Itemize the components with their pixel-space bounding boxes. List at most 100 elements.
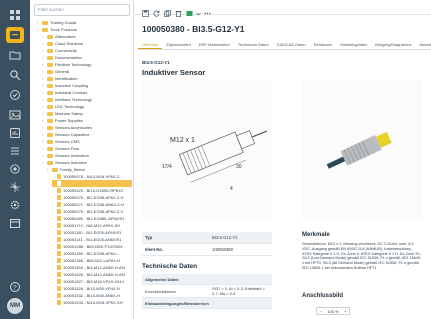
tree-item-label: Cloud Solutions: [55, 41, 84, 46]
tab-erp-masterdata[interactable]: ERP-Masterdaten: [195, 40, 234, 49]
workflow-status-icon[interactable]: [186, 4, 193, 16]
product-icon: [57, 244, 61, 249]
tree-folder-item[interactable]: › Fieldbus Technology: [42, 61, 132, 68]
tab-images[interactable]: Bildgung/Diagramme: [371, 40, 415, 49]
tree-product-item[interactable]: 100050471 - BI2-EG08-AN6X-2-H: [52, 201, 132, 208]
channel-icon[interactable]: [8, 162, 22, 176]
tree-item-label: 100051532 - BI15-M30-AN6X-H: [63, 293, 120, 298]
tree-item-label: Connectivity: [55, 48, 77, 53]
help-icon[interactable]: ?: [8, 280, 22, 294]
settings-icon[interactable]: [8, 198, 22, 212]
tree-folder-item[interactable]: › Interface Technology: [42, 96, 132, 103]
tree-folder-item[interactable]: › Sensors Capacitive: [42, 131, 132, 138]
tree-product-item[interactable]: 100051180 - BI1-EG05-AP6X/S1: [52, 229, 132, 236]
tree-folder-item[interactable]: › Sensors CMS: [42, 138, 132, 145]
folder-icon[interactable]: [8, 48, 22, 62]
tree-folder-item[interactable]: › Cloud Solutions: [42, 40, 132, 47]
user-avatar[interactable]: MM: [7, 298, 23, 314]
save-icon[interactable]: [142, 4, 149, 17]
tree-product-item[interactable]: 100051527 - BI8-M18-VP4X-H114: [52, 278, 132, 285]
tree-item-label: Power Supplies: [55, 118, 83, 123]
network-icon[interactable]: [8, 180, 22, 194]
product-photo: [302, 80, 422, 220]
tree-product-item[interactable]: [52, 180, 132, 187]
tree-product-item[interactable]: 100051504 - BI4-M12-AN6X-H-AN: [52, 264, 132, 271]
tree-product-item[interactable]: 100050470 - BI2-EG08-AP6X-2-H: [52, 194, 132, 201]
tree-folder-item[interactable]: › LED Technology: [42, 103, 132, 110]
tree-product-item[interactable]: 100051366 - BIB-M12-LAP6X-H: [52, 257, 132, 264]
folder-icon: [47, 62, 53, 67]
tree-product-item[interactable]: 100051526 - BI4-M12-AN6X-H-AN: [52, 271, 132, 278]
tree-folder-item[interactable]: › Trading Goods: [37, 19, 132, 26]
tab-registration[interactable]: Anmelde: [416, 40, 431, 49]
tree-folder-item[interactable]: › Inductive Coupling: [42, 82, 132, 89]
tree-folder-item[interactable]: › Sensors Accessories: [42, 124, 132, 131]
tree-folder-item[interactable]: › Connectivity: [42, 47, 132, 54]
tree-folder-item[interactable]: › Family_Bernd: [47, 166, 132, 173]
tree-product-item[interactable]: 100051288 - BIM-NSE-P1X/S304: [52, 243, 132, 250]
product-icon: [57, 230, 61, 235]
tree-product-item[interactable]: 100051533 - NI14-M18-VP6X-SH: [52, 299, 132, 306]
tree-product-item[interactable]: 100050475 - BI2-EG08-AP6X-2-V: [52, 208, 132, 215]
tech-value: St37 = 1; Al = 0,3; Edelstahl = 0,7; Ms …: [212, 286, 265, 296]
zoom-control[interactable]: − 100 % +: [316, 307, 350, 315]
tree-folder-item[interactable]: › Documentation: [42, 54, 132, 61]
refresh-icon[interactable]: [153, 4, 160, 17]
tab-properties[interactable]: Eigenschaften: [162, 40, 195, 49]
tree-item-label: Industrial Controls: [55, 90, 88, 95]
tree-folder-item[interactable]: › Attenuators: [42, 33, 132, 40]
tree-item-label: Family_Bernd: [60, 167, 85, 172]
tree-product-item[interactable]: 100050480 - BI1-EG08K-AP6X/S1: [52, 215, 132, 222]
dashboard-icon[interactable]: [8, 126, 22, 140]
info-row-type: Typ BI3.5-G12-Y1: [142, 232, 272, 244]
more-icon[interactable]: [204, 4, 211, 15]
tab-overview[interactable]: Überblick: [138, 40, 163, 49]
workflow-icon[interactable]: [8, 88, 22, 102]
tree-product-item[interactable]: 100051359 - BI2-EG08-AP6X-...: [52, 250, 132, 257]
tree-item-label: Documentation: [55, 55, 82, 60]
product-icon: [57, 237, 61, 242]
product-icon: [57, 300, 61, 305]
tech-key: Einbaubedingungen/Messbereich: [145, 300, 209, 306]
folder-icon: [52, 167, 58, 172]
tab-cad-cae[interactable]: CAD/CAE-Daten: [273, 40, 310, 49]
detail-toolbar: [134, 0, 431, 17]
tab-relations[interactable]: Relationen: [310, 40, 337, 49]
tree-product-item[interactable]: 100050078 - NI14-M18-VP6X-2...: [52, 173, 132, 180]
product-icon: [57, 272, 61, 277]
media-icon[interactable]: [8, 108, 22, 122]
tree-folder-item[interactable]: › Industrial Controls: [42, 89, 132, 96]
product-icon: [57, 202, 61, 207]
tab-technical-data[interactable]: Technische Daten: [234, 40, 273, 49]
tree-folder-item[interactable]: › Sensors Flow: [42, 145, 132, 152]
copy-icon[interactable]: [164, 4, 171, 17]
tree-filter-input[interactable]: Filter suchen: [34, 4, 130, 16]
tree-product-item[interactable]: 100051532 - BI15-M30-AN6X-H: [52, 292, 132, 299]
tree-folder-item[interactable]: › General: [42, 68, 132, 75]
tree-product-item[interactable]: 100051174 - NI8-M12-AP6X-SH: [52, 222, 132, 229]
tree-folder-item[interactable]: › Machine Safety: [42, 110, 132, 117]
tree-product-item[interactable]: 100051141 - BI1-EG05-AN6X/S1: [52, 236, 132, 243]
product-catalog-icon[interactable]: [8, 28, 22, 42]
calendar-icon[interactable]: [8, 216, 22, 230]
search-icon[interactable]: [8, 68, 22, 82]
folder-icon: [47, 125, 53, 130]
tree-filter-placeholder: Filter suchen: [38, 7, 64, 12]
app-grid-icon[interactable]: [8, 8, 22, 22]
list-icon[interactable]: [8, 144, 22, 158]
tree-item-label: 100051528 - BI10-M30-VP4X-H: [63, 286, 120, 291]
zoom-out-icon[interactable]: −: [320, 309, 322, 314]
tree-product-item[interactable]: 100050429 - BI10-G18SK-RP6X2: [52, 187, 132, 194]
tree-folder-item[interactable]: › Power Supplies: [42, 117, 132, 124]
tree-folder-item[interactable]: › Turck Products: [37, 26, 132, 33]
tree-folder-item[interactable]: › Identification: [42, 75, 132, 82]
zoom-in-icon[interactable]: +: [344, 309, 346, 314]
product-icon: [57, 188, 61, 193]
expand-icon[interactable]: [195, 4, 202, 16]
tree-folder-item[interactable]: › Sensors Inclination: [42, 152, 132, 159]
tree-item-label: Fieldbus Technology: [55, 62, 92, 67]
tab-marketing[interactable]: Marketingdaten: [336, 40, 371, 49]
tree-product-item[interactable]: 100051528 - BI10-M30-VP4X-H: [52, 285, 132, 292]
delete-icon[interactable]: [175, 4, 182, 17]
tree-folder-item[interactable]: › Sensors Inductive: [42, 159, 132, 166]
